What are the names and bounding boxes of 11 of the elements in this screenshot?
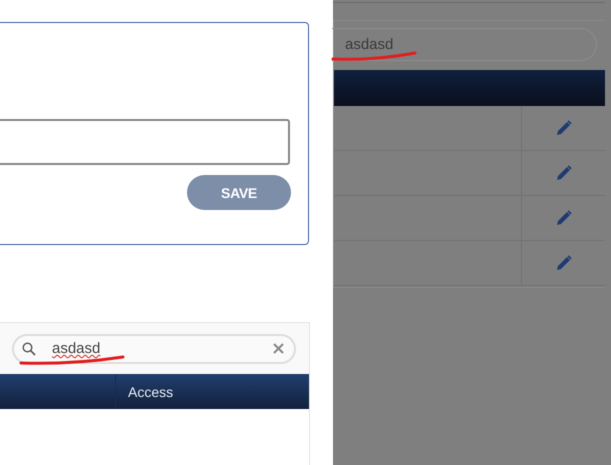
- pencil-icon[interactable]: [556, 255, 572, 271]
- pencil-icon[interactable]: [556, 210, 572, 226]
- input-field[interactable]: [0, 119, 290, 165]
- search-text: asdasd: [52, 340, 102, 357]
- search-icon: [22, 342, 36, 356]
- search-text: asdasd: [345, 36, 394, 53]
- search-field[interactable]: asdasd: [12, 334, 296, 364]
- pencil-icon[interactable]: [556, 165, 572, 181]
- pencil-icon[interactable]: [556, 120, 572, 136]
- column-header[interactable]: Access: [128, 384, 174, 400]
- clear-icon[interactable]: [273, 343, 284, 354]
